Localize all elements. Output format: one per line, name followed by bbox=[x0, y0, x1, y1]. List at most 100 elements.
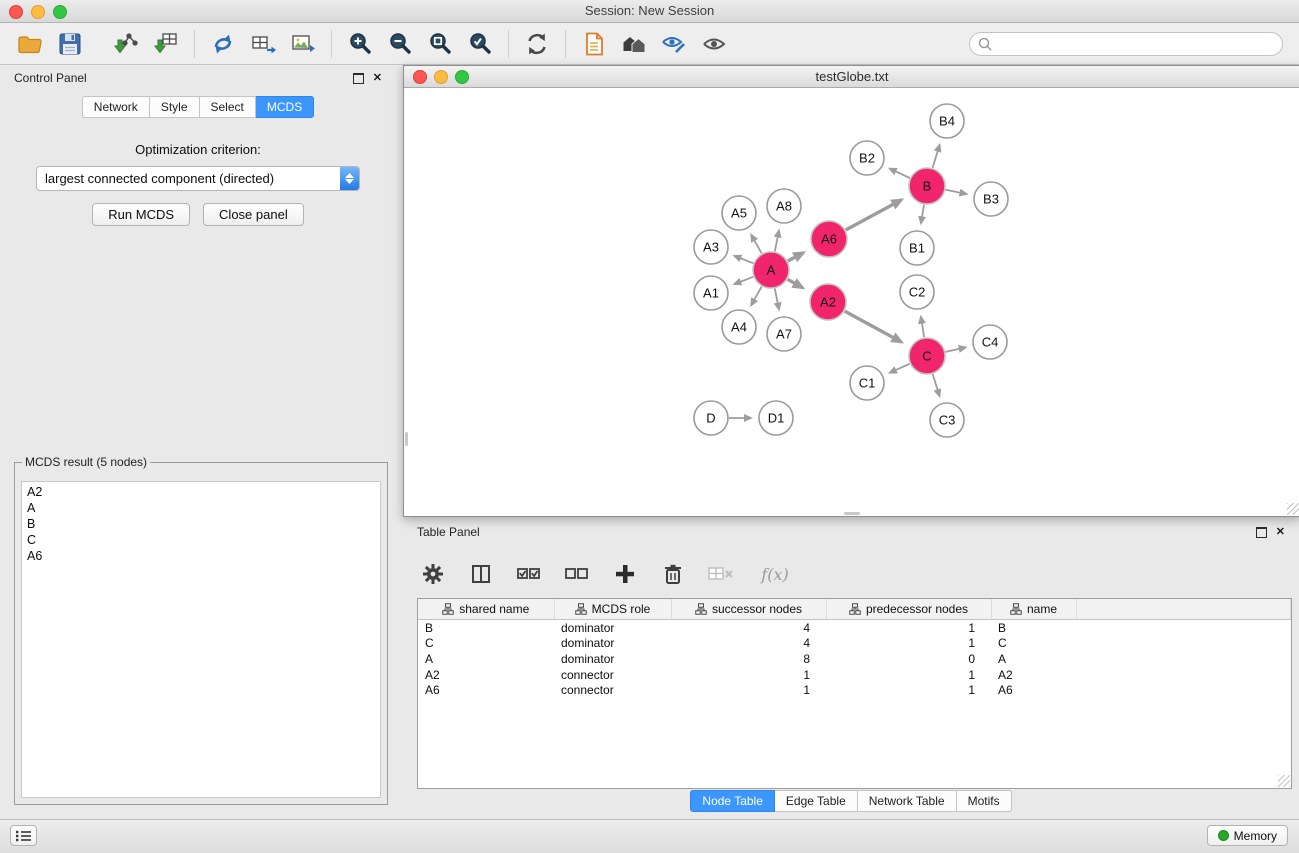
zoom-fit-button[interactable] bbox=[420, 27, 460, 61]
graph-node-B3[interactable]: B3 bbox=[974, 182, 1008, 216]
import-network-button[interactable] bbox=[106, 27, 146, 61]
table-tab-edge-table[interactable]: Edge Table bbox=[775, 790, 858, 812]
minimize-window-button[interactable] bbox=[31, 5, 45, 19]
table-row[interactable]: A6connector11A6 bbox=[418, 682, 1291, 698]
mcds-result-list[interactable]: A2ABCA6 bbox=[21, 481, 381, 798]
column-header-MCDS-role[interactable]: MCDS role bbox=[554, 599, 671, 620]
graph-node-A6[interactable]: A6 bbox=[811, 221, 847, 257]
open-document-button[interactable] bbox=[574, 27, 614, 61]
close-window-button[interactable] bbox=[9, 5, 23, 19]
column-header-shared-name[interactable]: shared name bbox=[418, 599, 554, 620]
zoom-window-button[interactable] bbox=[53, 5, 67, 19]
tab-network[interactable]: Network bbox=[82, 96, 150, 118]
function-builder-button[interactable]: f(x) bbox=[755, 560, 795, 588]
result-item[interactable]: A bbox=[22, 500, 380, 516]
add-column-button[interactable] bbox=[611, 560, 639, 588]
graph-edge-A-A5[interactable] bbox=[751, 235, 762, 254]
table-cell[interactable]: connector bbox=[554, 667, 671, 683]
table-cell[interactable]: 1 bbox=[826, 620, 991, 636]
graph-node-A3[interactable]: A3 bbox=[694, 230, 728, 264]
table-settings-button[interactable] bbox=[419, 560, 447, 588]
tab-mcds[interactable]: MCDS bbox=[256, 96, 314, 118]
memory-button[interactable]: Memory bbox=[1207, 825, 1288, 846]
table-row[interactable]: A2connector11A2 bbox=[418, 667, 1291, 683]
graph-node-C4[interactable]: C4 bbox=[973, 325, 1007, 359]
horizontal-scrollbar-thumb[interactable] bbox=[844, 512, 860, 515]
table-tab-node-table[interactable]: Node Table bbox=[690, 790, 775, 812]
table-cell[interactable]: A bbox=[418, 651, 554, 667]
graph-edge-A-A8[interactable] bbox=[775, 231, 779, 252]
graph-node-D1[interactable]: D1 bbox=[759, 401, 793, 435]
column-header-name[interactable]: name bbox=[991, 599, 1076, 620]
table-row[interactable]: Cdominator41C bbox=[418, 636, 1291, 652]
search-box[interactable] bbox=[969, 32, 1283, 56]
result-item[interactable]: C bbox=[22, 532, 380, 548]
graph-node-C3[interactable]: C3 bbox=[930, 403, 964, 437]
table-cell[interactable]: dominator bbox=[554, 636, 671, 652]
graph-edge-A-A6[interactable] bbox=[788, 253, 804, 261]
graph-edge-C-C2[interactable] bbox=[921, 317, 924, 338]
table-cell[interactable]: A2 bbox=[418, 667, 554, 683]
vertical-scrollbar-thumb[interactable] bbox=[405, 432, 408, 446]
select-all-button[interactable] bbox=[515, 560, 543, 588]
export-image-button[interactable] bbox=[283, 27, 323, 61]
graph-edge-B-B2[interactable] bbox=[890, 169, 910, 178]
close-panel-button[interactable]: Close panel bbox=[203, 203, 304, 226]
table-cell[interactable]: 1 bbox=[826, 667, 991, 683]
graph-edge-B-B3[interactable] bbox=[946, 190, 967, 194]
result-item[interactable]: A6 bbox=[22, 548, 380, 564]
graph-node-B4[interactable]: B4 bbox=[930, 104, 964, 138]
show-details-button[interactable] bbox=[694, 27, 734, 61]
graph-edge-A-A1[interactable] bbox=[734, 277, 753, 284]
table-cell[interactable]: A2 bbox=[991, 667, 1076, 683]
graph-node-C1[interactable]: C1 bbox=[850, 366, 884, 400]
zoom-in-button[interactable] bbox=[340, 27, 380, 61]
network-window-titlebar[interactable]: testGlobe.txt bbox=[404, 66, 1299, 88]
network-zoom-button[interactable] bbox=[455, 70, 469, 84]
graph-node-A[interactable]: A bbox=[753, 252, 789, 288]
graph-edge-C-C3[interactable] bbox=[933, 374, 940, 396]
graph-edge-A-A3[interactable] bbox=[734, 256, 753, 263]
table-cell[interactable]: 4 bbox=[671, 620, 826, 636]
float-panel-icon[interactable] bbox=[353, 73, 364, 84]
close-table-panel-icon[interactable]: ✕ bbox=[1276, 527, 1285, 537]
graph-edge-A2-C[interactable] bbox=[845, 311, 902, 342]
save-session-button[interactable] bbox=[50, 27, 90, 61]
graph-edge-B-B1[interactable] bbox=[921, 205, 924, 224]
table-cell[interactable]: 1 bbox=[826, 682, 991, 698]
table-cell[interactable]: 8 bbox=[671, 651, 826, 667]
graph-node-A2[interactable]: A2 bbox=[810, 284, 846, 320]
network-close-button[interactable] bbox=[413, 70, 427, 84]
table-cell[interactable]: 4 bbox=[671, 636, 826, 652]
graph-node-B1[interactable]: B1 bbox=[900, 231, 934, 265]
refresh-button[interactable] bbox=[517, 27, 557, 61]
table-tab-network-table[interactable]: Network Table bbox=[858, 790, 957, 812]
table-cell[interactable]: dominator bbox=[554, 620, 671, 636]
graph-edge-A-A4[interactable] bbox=[751, 287, 762, 306]
table-cell[interactable]: dominator bbox=[554, 651, 671, 667]
table-tab-motifs[interactable]: Motifs bbox=[957, 790, 1012, 812]
network-tool-button[interactable] bbox=[203, 27, 243, 61]
table-cell[interactable]: A bbox=[991, 651, 1076, 667]
graph-edge-A-A2[interactable] bbox=[788, 279, 803, 288]
float-table-panel-icon[interactable] bbox=[1256, 527, 1267, 538]
result-item[interactable]: A2 bbox=[22, 484, 380, 500]
table-cell[interactable]: C bbox=[991, 636, 1076, 652]
table-resize-grip[interactable] bbox=[1278, 775, 1290, 787]
column-header-successor-nodes[interactable]: successor nodes bbox=[671, 599, 826, 620]
show-panels-button[interactable] bbox=[10, 825, 37, 846]
table-row[interactable]: Bdominator41B bbox=[418, 620, 1291, 636]
export-table-button[interactable] bbox=[243, 27, 283, 61]
tab-style[interactable]: Style bbox=[150, 96, 200, 118]
graph-node-D[interactable]: D bbox=[694, 401, 728, 435]
graph-node-A1[interactable]: A1 bbox=[694, 276, 728, 310]
close-panel-icon[interactable]: ✕ bbox=[373, 73, 382, 83]
graph-node-A4[interactable]: A4 bbox=[722, 310, 756, 344]
column-header-predecessor-nodes[interactable]: predecessor nodes bbox=[826, 599, 991, 620]
zoom-out-button[interactable] bbox=[380, 27, 420, 61]
search-input[interactable] bbox=[997, 36, 1274, 52]
graph-edge-C-C1[interactable] bbox=[890, 364, 910, 373]
graph-node-A8[interactable]: A8 bbox=[767, 189, 801, 223]
tab-select[interactable]: Select bbox=[200, 96, 256, 118]
zoom-selected-button[interactable] bbox=[460, 27, 500, 61]
